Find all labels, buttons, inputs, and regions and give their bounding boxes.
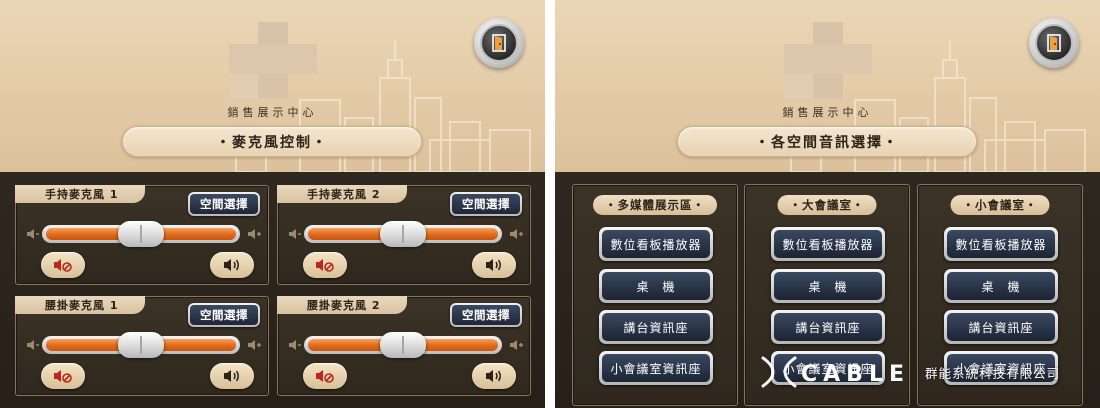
space-select-label: 空間選擇 [452, 194, 520, 214]
speaker-muted-icon [54, 370, 72, 383]
volume-high-icon [248, 229, 261, 239]
volume-low-icon [27, 229, 39, 239]
volume-slider[interactable] [42, 332, 240, 358]
source-button[interactable]: 桌 機 [944, 269, 1058, 303]
mute-button[interactable] [41, 363, 85, 389]
mic-panel: 手持麥克風 2 空間選擇 [277, 185, 531, 285]
source-button[interactable]: 桌 機 [599, 269, 713, 303]
volume-slider-knob[interactable] [118, 221, 164, 247]
mic-label: 手持麥克風 1 [15, 185, 145, 203]
source-button[interactable]: 桌 機 [771, 269, 885, 303]
mic-panels-area: 手持麥克風 1 空間選擇 手持麥克風 2 空間選擇 腰掛麥克風 1 空間選擇 腰… [0, 172, 545, 408]
mic-panel: 腰掛麥克風 1 空間選擇 [15, 296, 269, 396]
speaker-icon [486, 259, 501, 271]
unmute-button[interactable] [210, 252, 254, 278]
space-select-button[interactable]: 空間選擇 [188, 303, 260, 327]
mic-panel: 手持麥克風 1 空間選擇 [15, 185, 269, 285]
subtitle: 銷售展示中心 [227, 106, 318, 119]
source-label: 數位看板播放器 [774, 230, 882, 258]
unmute-button[interactable] [210, 363, 254, 389]
source-label: 講台資訊座 [947, 313, 1055, 341]
volume-low-icon [289, 340, 301, 350]
source-label: 桌 機 [947, 272, 1055, 300]
unmute-button[interactable] [472, 363, 516, 389]
space-select-button[interactable]: 空間選擇 [188, 192, 260, 216]
source-label: 講台資訊座 [602, 313, 710, 341]
space-select-button[interactable]: 空間選擇 [450, 303, 522, 327]
speaker-icon [224, 370, 239, 382]
cable-logo: CABLE [761, 356, 910, 388]
company-watermark: CABLE 群能系統科技有限公司 [757, 350, 1060, 394]
speaker-icon [224, 259, 239, 271]
zone-column: ・多媒體展示區・ 數位看板播放器 桌 機 講台資訊座 小會議室資訊座 [572, 184, 738, 406]
volume-slider-knob[interactable] [118, 332, 164, 358]
mic-panel: 腰掛麥克風 2 空間選擇 [277, 296, 531, 396]
zone-label: ・大會議室・ [777, 195, 877, 215]
source-label: 數位看板播放器 [602, 230, 710, 258]
source-button[interactable]: 講台資訊座 [944, 310, 1058, 344]
audio-source-screen: 銷售展示中心 ・各空間音訊選擇・ ・多媒體展示區・ 數位看板播放器 桌 機 講台… [555, 0, 1100, 408]
source-label: 桌 機 [602, 272, 710, 300]
blurred-logo [229, 22, 317, 98]
source-button[interactable]: 數位看板播放器 [771, 227, 885, 261]
brand-text: CABLE [801, 362, 910, 387]
source-label: 小會議室資訊座 [602, 354, 710, 382]
header: 銷售展示中心 ・各空間音訊選擇・ [555, 0, 1100, 172]
source-label: 桌 機 [774, 272, 882, 300]
mute-button[interactable] [41, 252, 85, 278]
volume-slider-knob[interactable] [380, 332, 426, 358]
source-button[interactable]: 講台資訊座 [599, 310, 713, 344]
speaker-muted-icon [54, 259, 72, 272]
exit-button[interactable] [474, 18, 524, 68]
volume-slider[interactable] [304, 221, 502, 247]
volume-low-icon [289, 229, 301, 239]
mute-button[interactable] [303, 363, 347, 389]
exit-button[interactable] [1029, 18, 1079, 68]
page-title: ・各空間音訊選擇・ [677, 126, 977, 157]
mic-label: 腰掛麥克風 1 [15, 296, 145, 314]
speaker-muted-icon [316, 370, 334, 383]
source-button[interactable]: 數位看板播放器 [599, 227, 713, 261]
speaker-icon [486, 370, 501, 382]
speaker-muted-icon [316, 259, 334, 272]
unmute-button[interactable] [472, 252, 516, 278]
space-select-label: 空間選擇 [190, 305, 258, 325]
mic-label: 腰掛麥克風 2 [277, 296, 407, 314]
volume-slider[interactable] [304, 332, 502, 358]
source-button[interactable]: 講台資訊座 [771, 310, 885, 344]
zone-label: ・小會議室・ [950, 195, 1050, 215]
volume-low-icon [27, 340, 39, 350]
space-select-label: 空間選擇 [190, 194, 258, 214]
page-title: ・麥克風控制・ [122, 126, 422, 157]
exit-door-icon [480, 24, 518, 62]
zone-label: ・多媒體展示區・ [593, 195, 717, 215]
company-name: 群能系統科技有限公司 [925, 365, 1061, 381]
source-label: 講台資訊座 [774, 313, 882, 341]
source-button[interactable]: 數位看板播放器 [944, 227, 1058, 261]
source-label: 數位看板播放器 [947, 230, 1055, 258]
blurred-logo [784, 22, 872, 98]
mic-control-screen: 銷售展示中心 ・麥克風控制・ 手持麥克風 1 空間選擇 手持麥克風 2 空間選擇… [0, 0, 545, 408]
space-select-label: 空間選擇 [452, 305, 520, 325]
source-button[interactable]: 小會議室資訊座 [599, 351, 713, 385]
volume-slider[interactable] [42, 221, 240, 247]
volume-high-icon [248, 340, 261, 350]
exit-door-icon [1035, 24, 1073, 62]
volume-high-icon [510, 340, 523, 350]
volume-slider-knob[interactable] [380, 221, 426, 247]
mute-button[interactable] [303, 252, 347, 278]
mic-label: 手持麥克風 2 [277, 185, 407, 203]
subtitle: 銷售展示中心 [782, 106, 873, 119]
volume-high-icon [510, 229, 523, 239]
header: 銷售展示中心 ・麥克風控制・ [0, 0, 545, 172]
space-select-button[interactable]: 空間選擇 [450, 192, 522, 216]
